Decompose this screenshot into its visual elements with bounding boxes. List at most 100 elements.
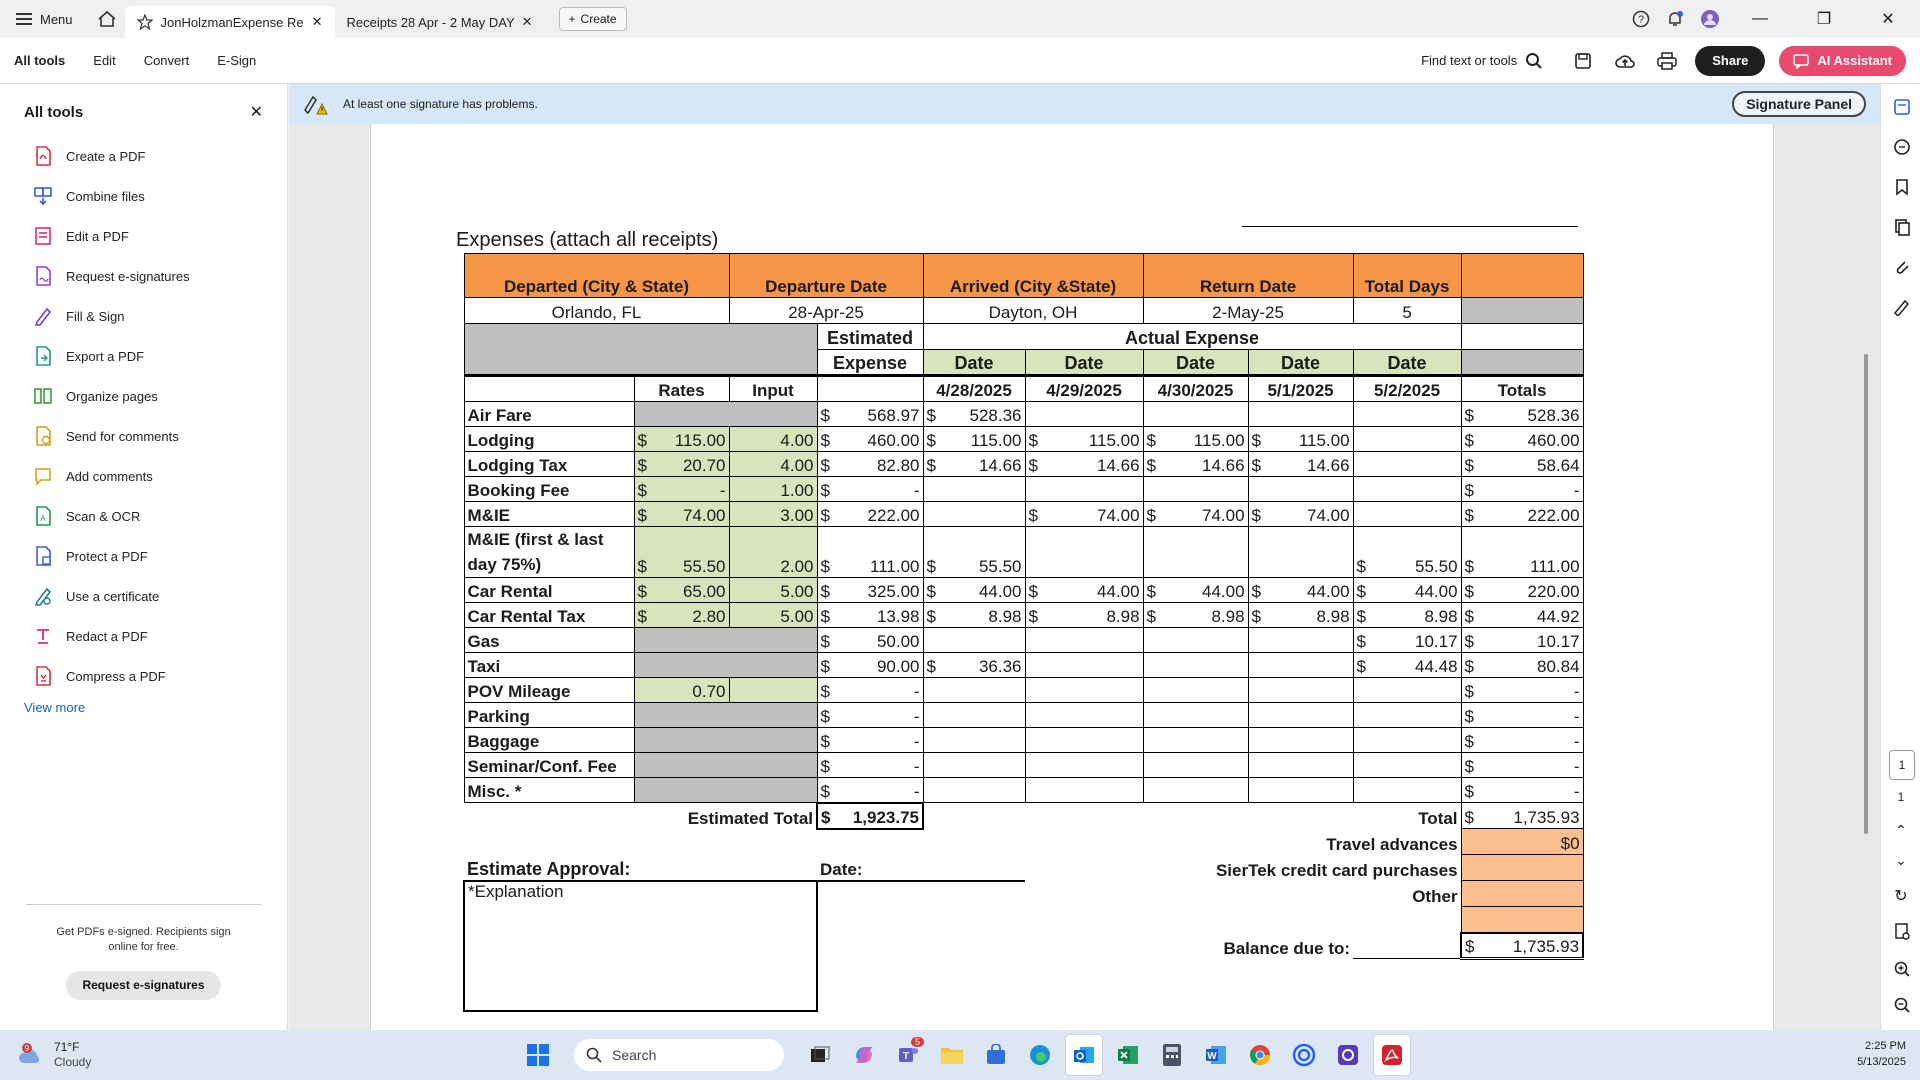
actual-cell[interactable] (922, 727, 1026, 753)
start-icon[interactable] (520, 1035, 556, 1075)
actual-cell[interactable] (1247, 476, 1354, 502)
actual-cell[interactable] (1352, 501, 1462, 527)
menu-convert[interactable]: Convert (130, 53, 204, 68)
tool-protect-pdf[interactable]: Protect a PDF (0, 536, 287, 576)
return-date-value[interactable]: 2-May-25 (1142, 297, 1354, 324)
teams-icon[interactable]: T5 (890, 1035, 926, 1075)
actual-cell[interactable] (1352, 777, 1462, 803)
actual-cell[interactable] (1352, 476, 1462, 502)
file-explorer-icon[interactable] (934, 1035, 970, 1075)
rate-cell[interactable]: $74.00 (633, 501, 730, 527)
departed-value[interactable]: Orlando, FL (463, 297, 730, 324)
tool-request-esignatures[interactable]: Request e-signatures (0, 256, 287, 296)
input-cell[interactable]: 1.00 (728, 476, 818, 502)
actual-cell[interactable] (1024, 476, 1144, 502)
actual-cell[interactable]: $14.66 (1247, 451, 1354, 477)
tool-export-pdf[interactable]: Export a PDF (0, 336, 287, 376)
avatar[interactable] (1700, 9, 1720, 29)
tool-redact-pdf[interactable]: Redact a PDF (0, 616, 287, 656)
home-icon[interactable] (89, 0, 125, 38)
arrived-value[interactable]: Dayton, OH (922, 297, 1144, 324)
pink-cell[interactable] (1460, 906, 1584, 933)
actual-cell[interactable] (1142, 652, 1249, 678)
page-down-icon[interactable]: ⌄ (1881, 852, 1920, 869)
actual-cell[interactable] (1024, 627, 1144, 653)
tool-compress-pdf[interactable]: Compress a PDF (0, 656, 287, 696)
actual-cell[interactable]: $14.66 (922, 451, 1026, 477)
create-button[interactable]: + Create (558, 7, 627, 31)
actual-cell[interactable]: $14.66 (1142, 451, 1249, 477)
input-cell[interactable]: 4.00 (728, 451, 818, 477)
page-number-input[interactable]: 1 (1889, 750, 1915, 780)
rate-cell[interactable]: $20.70 (633, 451, 730, 477)
tool-combine-files[interactable]: Combine files (0, 176, 287, 216)
copilot-icon[interactable] (846, 1035, 882, 1075)
actual-cell[interactable] (1247, 627, 1354, 653)
actual-cell[interactable]: $8.98 (1247, 602, 1354, 628)
weather-widget[interactable]: 9 71°F Cloudy (0, 1040, 300, 1070)
actual-cell[interactable]: $8.98 (922, 602, 1026, 628)
scroll-thumb[interactable] (1864, 354, 1868, 834)
actual-cell[interactable]: $528.36 (922, 401, 1026, 427)
close-panel-icon[interactable]: ✕ (250, 102, 263, 122)
actual-cell[interactable]: $44.00 (1142, 577, 1249, 603)
share-button[interactable]: Share (1695, 45, 1766, 76)
actual-cell[interactable]: $44.00 (1024, 577, 1144, 603)
rate-cell[interactable]: $65.00 (633, 577, 730, 603)
tool-scan-ocr[interactable]: A Scan & OCR (0, 496, 287, 536)
input-cell[interactable]: 5.00 (728, 602, 818, 628)
input-cell[interactable] (728, 677, 818, 703)
actual-cell[interactable]: $44.00 (1352, 577, 1462, 603)
actual-cell[interactable] (1024, 677, 1144, 703)
actual-cell[interactable]: $10.17 (1352, 627, 1462, 653)
task-view-icon[interactable] (802, 1035, 838, 1075)
menu-esign[interactable]: E-Sign (203, 53, 270, 68)
actual-cell[interactable] (922, 501, 1026, 527)
actual-cell[interactable]: $74.00 (1247, 501, 1354, 527)
app-purple-icon[interactable] (1330, 1035, 1366, 1075)
rate-cell[interactable]: $55.50 (633, 526, 730, 578)
menu-all-tools[interactable]: All tools (0, 53, 79, 68)
actual-cell[interactable] (1247, 727, 1354, 753)
menu-button[interactable]: Menu (0, 0, 89, 38)
actual-cell[interactable] (1142, 401, 1249, 427)
input-cell[interactable]: 4.00 (728, 426, 818, 452)
rate-cell[interactable]: $2.80 (633, 602, 730, 628)
signature-panel-button[interactable]: Signature Panel (1732, 91, 1866, 117)
actual-cell[interactable]: $55.50 (1352, 526, 1462, 578)
travel-advances-value[interactable]: $0 (1460, 828, 1584, 855)
actual-cell[interactable] (1247, 752, 1354, 778)
help-icon[interactable]: ? (1632, 10, 1650, 28)
tool-send-for-comments[interactable]: Send for comments (0, 416, 287, 456)
actual-cell[interactable] (1142, 627, 1249, 653)
actual-cell[interactable] (922, 702, 1026, 728)
rotate-icon[interactable]: ↻ (1881, 886, 1920, 906)
page-up-icon[interactable]: ⌃ (1881, 822, 1920, 839)
actual-cell[interactable]: $115.00 (922, 426, 1026, 452)
rate-cell[interactable]: $ - (633, 476, 730, 502)
departure-date-value[interactable]: 28-Apr-25 (728, 297, 924, 324)
zoom-out-icon[interactable] (1893, 996, 1911, 1014)
bookmark-icon[interactable] (1893, 178, 1911, 196)
input-cell[interactable]: 2.00 (728, 526, 818, 578)
actual-cell[interactable] (1024, 777, 1144, 803)
actual-cell[interactable]: $74.00 (1024, 501, 1144, 527)
actual-cell[interactable] (1024, 526, 1144, 578)
view-more-link[interactable]: View more (0, 700, 287, 715)
annotations-icon[interactable] (1893, 138, 1911, 156)
actual-cell[interactable]: $115.00 (1142, 426, 1249, 452)
actual-cell[interactable] (922, 627, 1026, 653)
actual-cell[interactable]: $74.00 (1142, 501, 1249, 527)
ai-assistant-button[interactable]: AI Assistant (1779, 45, 1906, 76)
explanation-box[interactable]: *Explanation (462, 880, 819, 1012)
actual-cell[interactable]: $14.66 (1024, 451, 1144, 477)
actual-cell[interactable]: $8.98 (1352, 602, 1462, 628)
tool-create-pdf[interactable]: Create a PDF (0, 136, 287, 176)
calculator-icon[interactable] (1154, 1035, 1190, 1075)
actual-cell[interactable] (922, 476, 1026, 502)
actual-cell[interactable]: $8.98 (1142, 602, 1249, 628)
actual-cell[interactable]: $44.00 (1247, 577, 1354, 603)
actual-cell[interactable] (1352, 426, 1462, 452)
document-settings-icon[interactable] (1893, 922, 1911, 940)
actual-cell[interactable] (1142, 777, 1249, 803)
